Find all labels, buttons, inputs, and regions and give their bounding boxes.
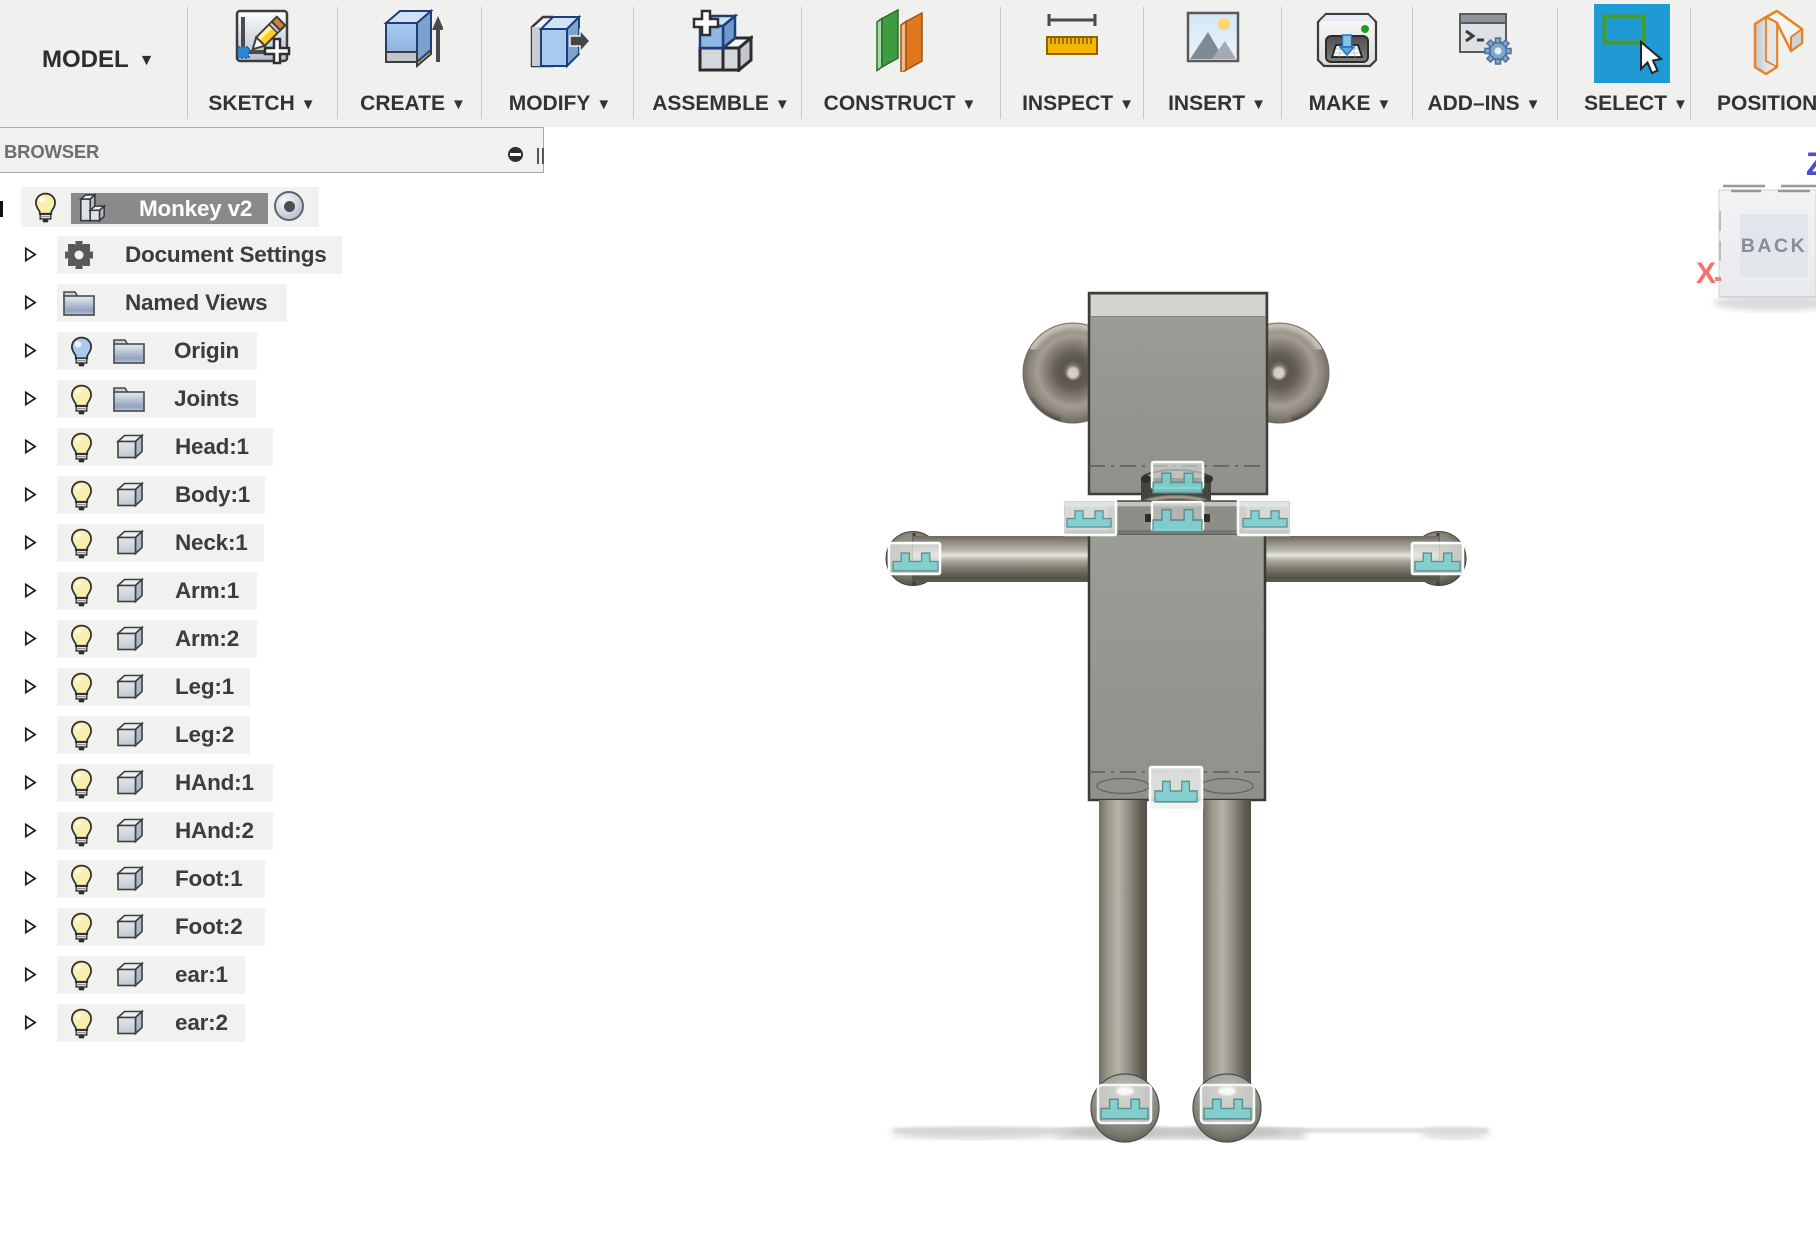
svg-text:BACK: BACK <box>1741 235 1807 257</box>
